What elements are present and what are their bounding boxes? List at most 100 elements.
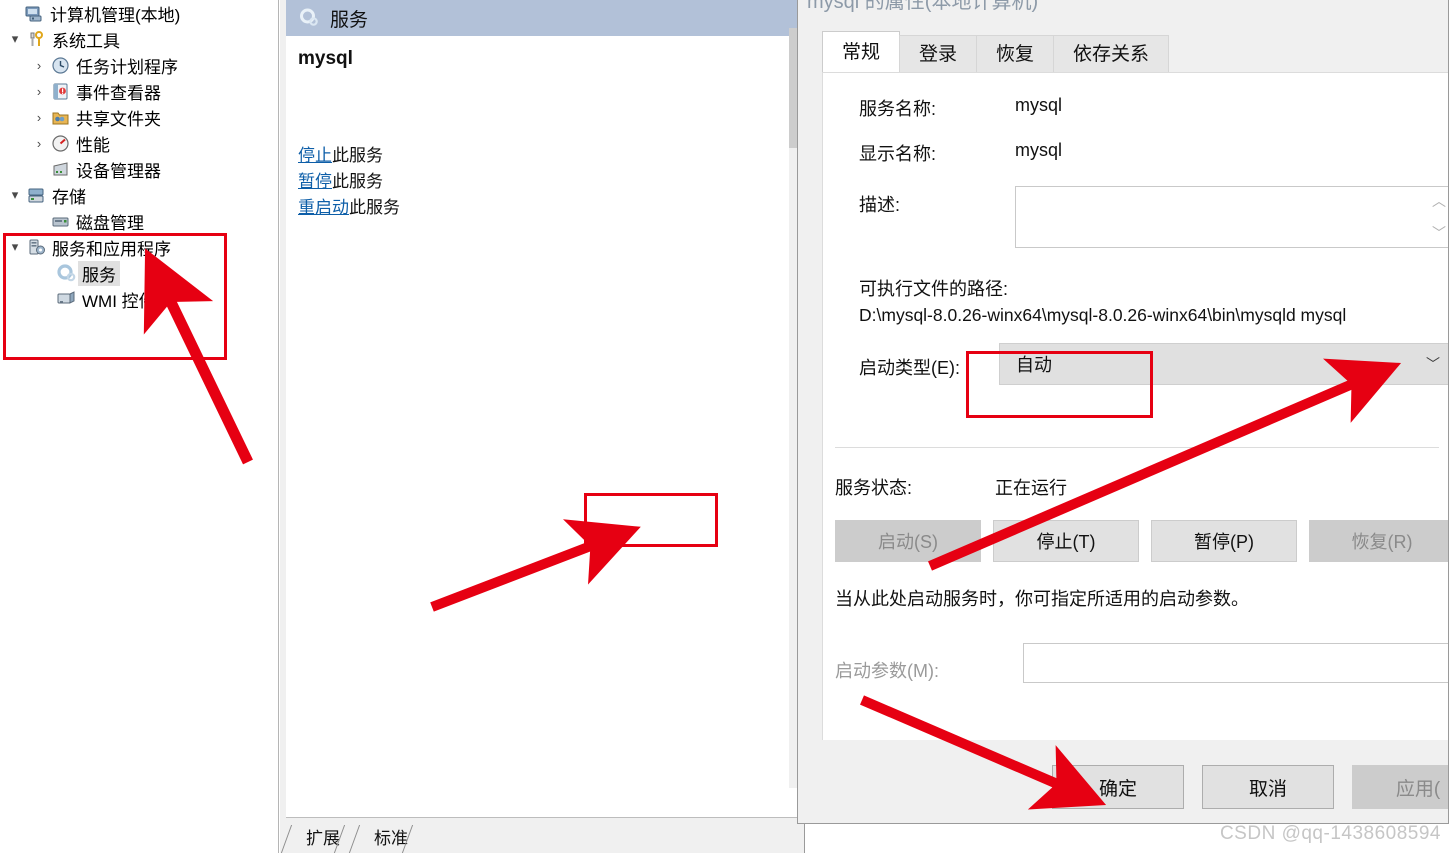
- sidebar-item-label: 服务和应用程序: [52, 239, 171, 259]
- section-divider: [835, 447, 1439, 448]
- tab-standard[interactable]: 标准: [354, 825, 422, 853]
- stop-service-link[interactable]: 停止: [298, 146, 332, 165]
- chevron-down-icon[interactable]: ▾: [6, 31, 24, 47]
- gear-icon: [298, 7, 320, 29]
- sidebar-item-event-viewer[interactable]: › 事件查看器: [0, 78, 278, 104]
- sidebar-item-label: 任务计划程序: [76, 57, 178, 77]
- chevron-right-icon[interactable]: ›: [30, 58, 48, 73]
- services-apps-icon: [24, 238, 48, 257]
- restart-service-link[interactable]: 重启动: [298, 198, 349, 217]
- chevron-down-icon[interactable]: ▾: [6, 239, 24, 255]
- apply-button[interactable]: 应用(: [1352, 765, 1448, 809]
- device-manager-icon: [48, 160, 72, 179]
- sidebar-item-device-manager[interactable]: 设备管理器: [0, 156, 278, 182]
- ok-button-label: 确定: [1098, 778, 1137, 800]
- wmi-icon: [54, 289, 78, 310]
- dialog-title: mysql 的属性(本地计算机): [798, 0, 1448, 17]
- tab-logon[interactable]: 登录: [899, 35, 978, 73]
- ok-button[interactable]: 确定: [1052, 765, 1184, 809]
- sidebar-item-label: 设备管理器: [76, 161, 161, 181]
- sidebar-item-shared-folders[interactable]: › 共享文件夹: [0, 104, 278, 130]
- sidebar-item-label: WMI 控件: [82, 291, 156, 311]
- tab-recovery[interactable]: 恢复: [976, 35, 1055, 73]
- stop-service-button[interactable]: 停止(T): [993, 520, 1139, 562]
- cancel-button-label: 取消: [1248, 778, 1287, 800]
- tab-extended[interactable]: 扩展: [286, 825, 354, 853]
- executable-path-label: 可执行文件的路径:: [859, 279, 1009, 299]
- chevron-right-icon[interactable]: ›: [30, 84, 48, 99]
- tab-general[interactable]: 常规: [822, 31, 901, 73]
- stop-service-action[interactable]: 停止此服务: [298, 141, 383, 166]
- sidebar-item-label: 服务: [78, 260, 120, 286]
- sidebar-item-performance[interactable]: › 性能: [0, 130, 278, 156]
- sidebar-item-disk-management[interactable]: 磁盘管理: [0, 208, 278, 234]
- resume-service-label: 恢复(R): [1351, 532, 1413, 552]
- tree-root-item[interactable]: 计算机管理(本地): [0, 0, 278, 26]
- chevron-right-icon[interactable]: ›: [30, 136, 48, 151]
- tree-root-label: 计算机管理(本地): [50, 5, 181, 25]
- pause-service-button[interactable]: 暂停(P): [1151, 520, 1297, 562]
- start-service-label: 启动(S): [878, 532, 938, 552]
- tab-dependencies-label: 依存关系: [1073, 44, 1150, 65]
- sidebar-item-label: 共享文件夹: [76, 109, 161, 129]
- tab-logon-label: 登录: [919, 44, 958, 65]
- shared-folder-icon: [48, 108, 72, 127]
- performance-icon: [48, 134, 72, 153]
- service-name-value: mysql: [1015, 95, 1063, 115]
- executable-path-value: D:\mysql-8.0.26-winx64\mysql-8.0.26-winx…: [859, 305, 1347, 325]
- sidebar-item-label: 系统工具: [52, 31, 120, 51]
- startup-type-value: 自动: [1016, 355, 1052, 375]
- stop-service-suffix: 此服务: [332, 146, 383, 165]
- resume-service-button[interactable]: 恢复(R): [1309, 520, 1448, 562]
- apply-button-label: 应用(: [1395, 778, 1441, 800]
- pause-service-suffix: 此服务: [332, 172, 383, 191]
- service-status-label: 服务状态:: [835, 478, 913, 498]
- pause-service-link[interactable]: 暂停: [298, 172, 332, 191]
- sidebar-item-label: 存储: [52, 187, 86, 207]
- tab-dependencies[interactable]: 依存关系: [1053, 35, 1170, 73]
- tools-icon: [24, 30, 48, 49]
- sidebar-item-system-tools[interactable]: ▾ 系统工具: [0, 26, 278, 52]
- chevron-down-icon[interactable]: ▾: [6, 187, 24, 203]
- service-name-label: 服务名称:: [859, 99, 937, 119]
- tab-general-label: 常规: [842, 42, 881, 63]
- restart-service-suffix: 此服务: [349, 198, 400, 217]
- services-panel-header: 服务: [286, 0, 804, 36]
- chevron-right-icon[interactable]: ›: [30, 110, 48, 125]
- console-view-tabs[interactable]: 扩展 标准: [286, 817, 804, 853]
- cancel-button[interactable]: 取消: [1202, 765, 1334, 809]
- display-name-label: 显示名称:: [859, 144, 937, 164]
- sidebar-item-task-scheduler[interactable]: › 任务计划程序: [0, 52, 278, 78]
- sidebar-item-label: 事件查看器: [76, 83, 161, 103]
- pause-service-label: 暂停(P): [1194, 532, 1254, 552]
- dialog-footer: 确定 取消 应用(: [798, 751, 1448, 823]
- description-textarea[interactable]: ︿ ﹀: [1015, 186, 1448, 248]
- dialog-tabstrip[interactable]: 常规 登录 恢复 依存关系: [822, 31, 1448, 73]
- startup-type-select[interactable]: 自动 ﹀: [999, 343, 1448, 385]
- service-properties-dialog: mysql 的属性(本地计算机) 常规 登录 恢复 依存关系 服务名称: mys…: [797, 0, 1449, 824]
- sidebar-item-wmi-control[interactable]: WMI 控件: [0, 286, 278, 312]
- storage-icon: [24, 186, 48, 205]
- pause-service-action[interactable]: 暂停此服务: [298, 167, 383, 192]
- start-parameters-input[interactable]: [1023, 643, 1448, 683]
- scroll-down-icon[interactable]: ﹀: [1432, 223, 1446, 243]
- watermark: CSDN @qq-1438608594: [1219, 823, 1441, 844]
- tab-recovery-label: 恢复: [996, 44, 1035, 65]
- sidebar-item-storage[interactable]: ▾ 存储: [0, 182, 278, 208]
- start-parameters-label: 启动参数(M):: [835, 661, 939, 681]
- sidebar-item-services[interactable]: 服务: [0, 260, 278, 286]
- description-scrollbar[interactable]: ︿ ﹀: [1428, 187, 1448, 247]
- disk-icon: [48, 212, 72, 231]
- tab-standard-label: 标准: [374, 829, 408, 848]
- console-tree-pane[interactable]: 计算机管理(本地) ▾ 系统工具 › 任务计划程序 › 事件查看器 › 共享文件…: [0, 0, 279, 853]
- service-detail-pane: mysql 停止此服务 暂停此服务 重启动此服务: [286, 36, 804, 817]
- scroll-up-icon[interactable]: ︿: [1432, 191, 1446, 211]
- sidebar-item-label: 磁盘管理: [76, 213, 144, 233]
- service-status-value: 正在运行: [995, 478, 1067, 498]
- start-service-button[interactable]: 启动(S): [835, 520, 981, 562]
- restart-service-action[interactable]: 重启动此服务: [298, 193, 400, 218]
- services-panel-title: 服务: [330, 9, 369, 31]
- sidebar-item-services-and-applications[interactable]: ▾ 服务和应用程序: [0, 234, 278, 260]
- chevron-down-icon[interactable]: ﹀: [1426, 354, 1440, 374]
- display-name-value: mysql: [1015, 140, 1063, 160]
